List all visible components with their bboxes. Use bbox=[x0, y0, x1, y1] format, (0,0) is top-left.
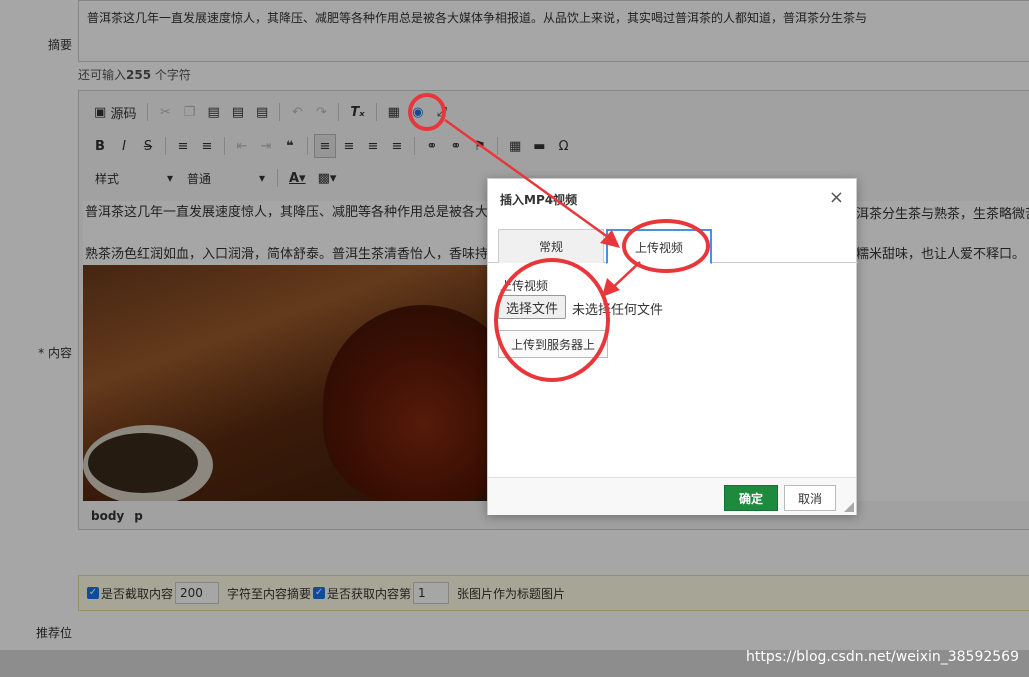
dialog-tabs: 常规 上传视频 bbox=[488, 227, 858, 264]
close-icon[interactable]: × bbox=[829, 187, 844, 208]
choose-file-button[interactable]: 选择文件 bbox=[498, 295, 567, 319]
insert-mp4-dialog: 插入MP4视频 × 常规 上传视频 上传视频 选择文件 未选择任何文件 上传到服… bbox=[487, 178, 858, 515]
no-file-text: 未选择任何文件 bbox=[572, 303, 664, 318]
tab-general[interactable]: 常规 bbox=[498, 229, 604, 263]
cancel-button[interactable]: 取消 bbox=[784, 485, 836, 511]
dialog-title: 插入MP4视频 bbox=[500, 193, 578, 207]
resize-grip[interactable] bbox=[844, 502, 854, 512]
watermark: https://blog.csdn.net/weixin_38592569 bbox=[745, 649, 1019, 665]
upload-to-server-button[interactable]: 上传到服务器上 bbox=[498, 330, 608, 358]
upload-field-label: 上传视频 bbox=[500, 279, 549, 293]
ok-button[interactable]: 确定 bbox=[724, 485, 778, 511]
tab-upload-video[interactable]: 上传视频 bbox=[606, 229, 712, 264]
